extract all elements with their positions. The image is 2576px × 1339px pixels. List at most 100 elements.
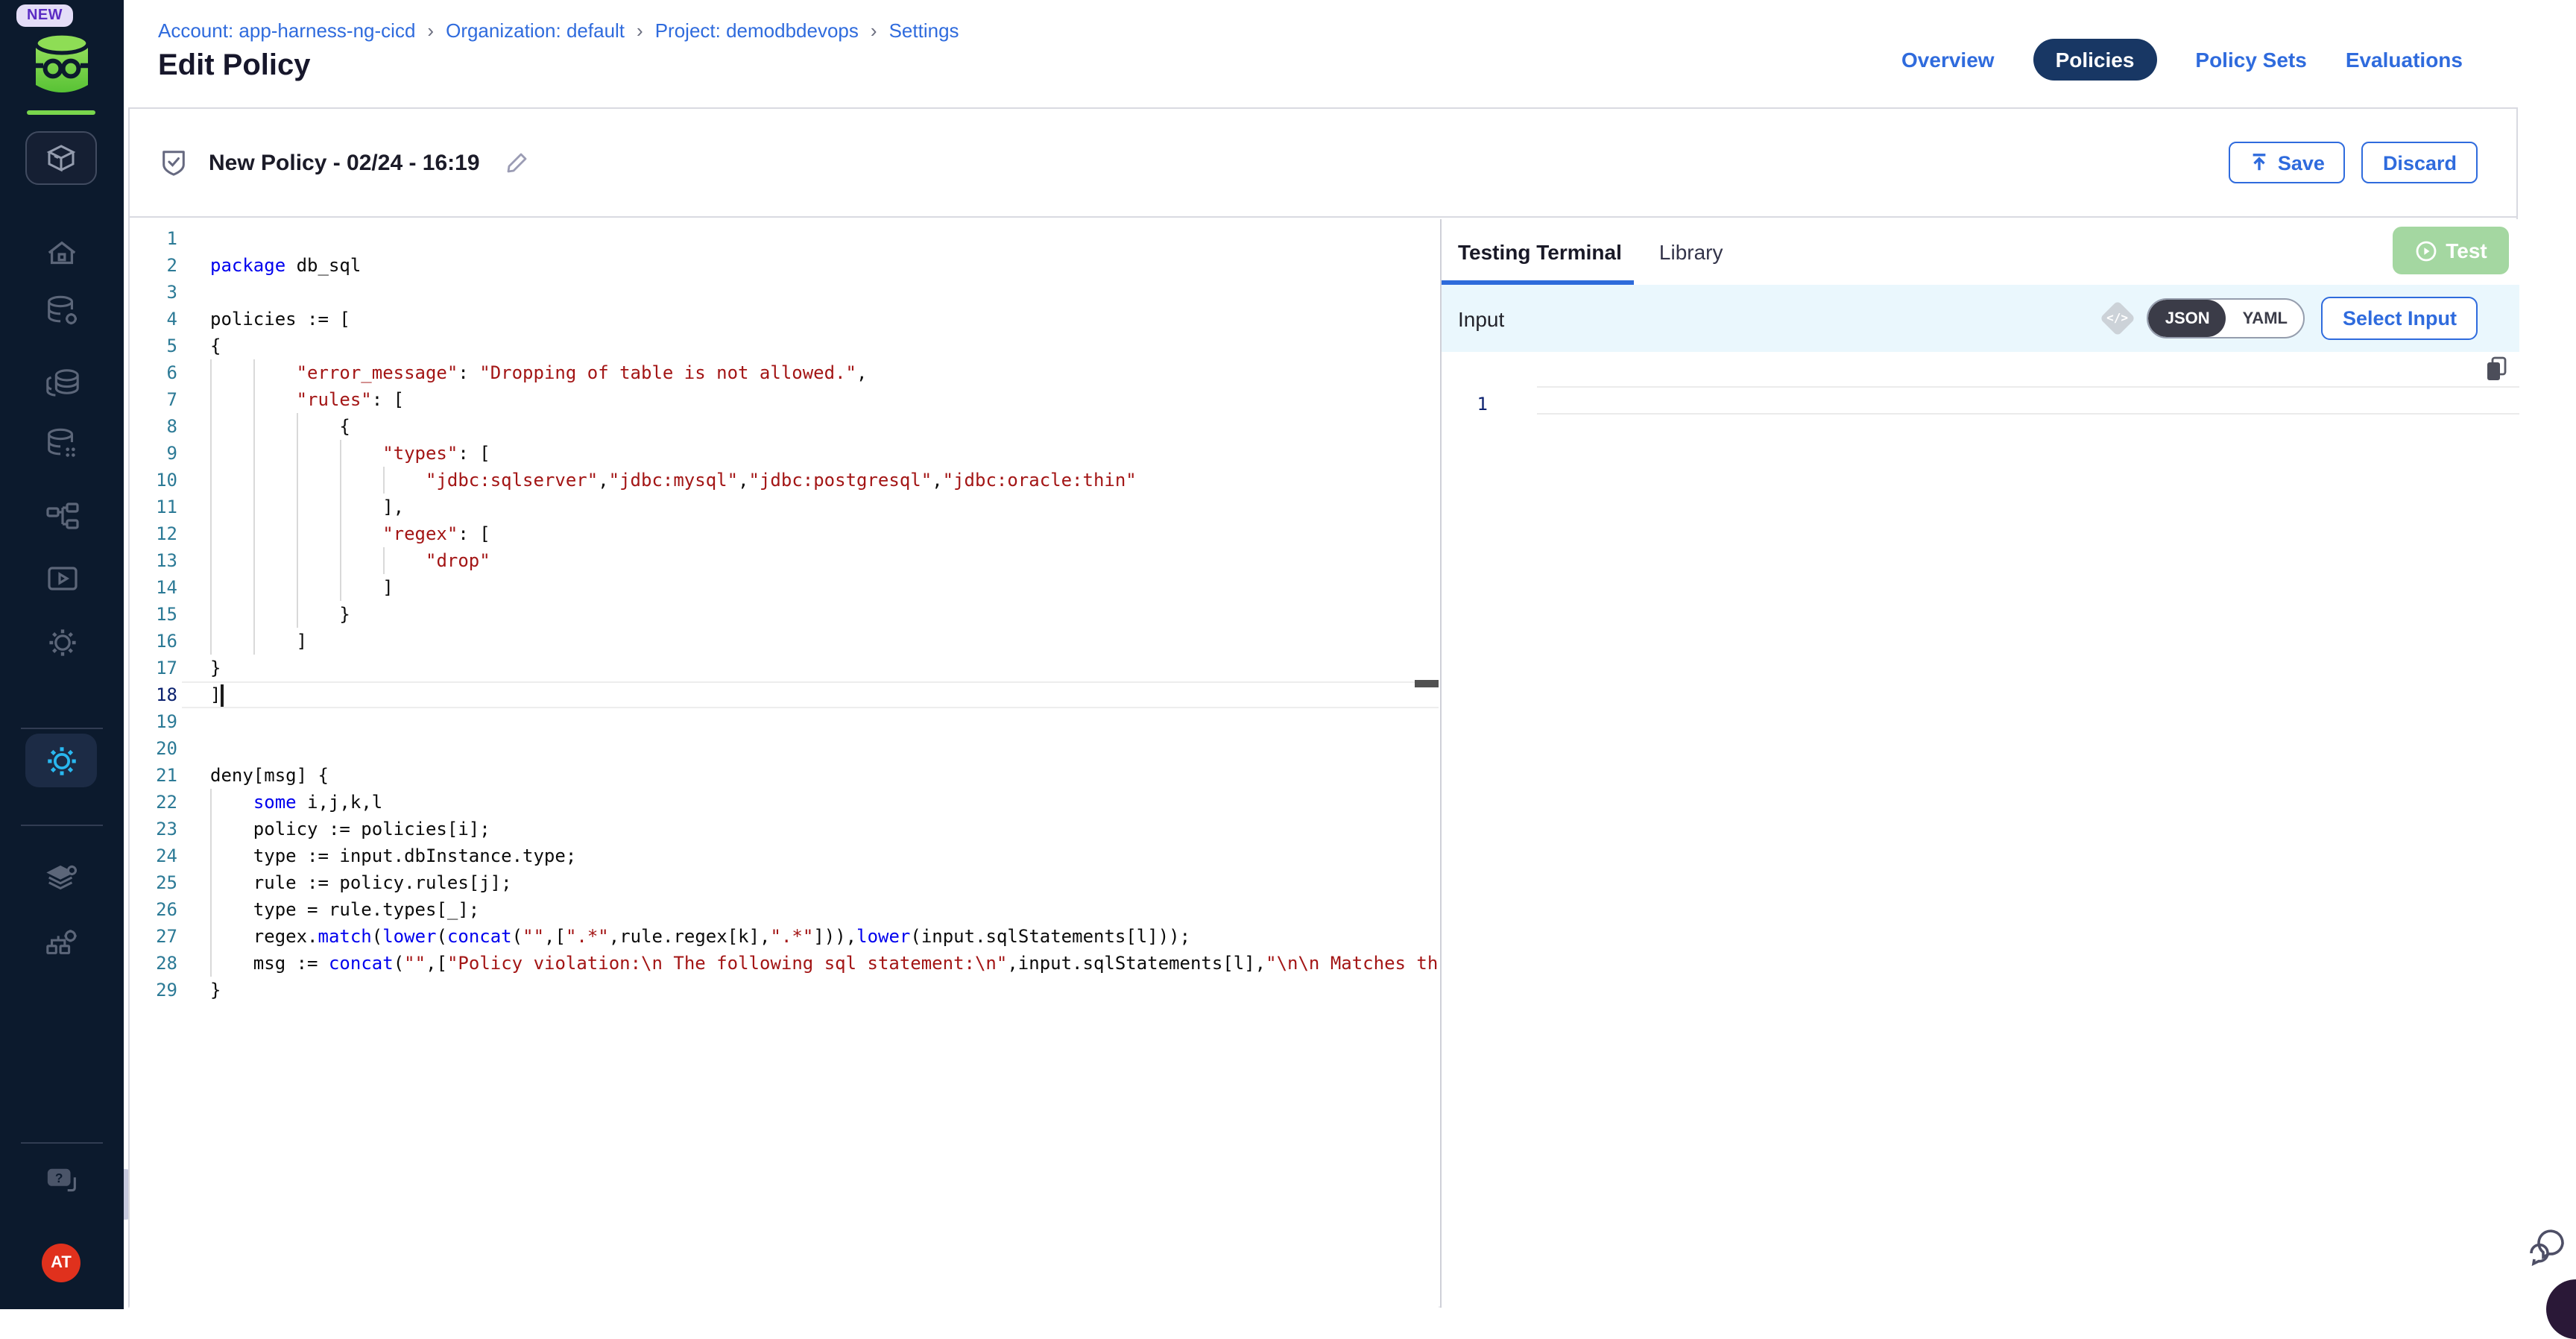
breadcrumb-project[interactable]: Project: demodbdevops	[655, 19, 859, 42]
sidebar-item-help[interactable]: ?	[0, 1165, 124, 1200]
executions-icon	[44, 564, 80, 596]
toggle-json[interactable]: JSON	[2149, 300, 2226, 337]
sidebar-item-executions[interactable]	[0, 564, 124, 596]
sidebar-divider	[21, 728, 103, 729]
harness-db-logo[interactable]	[28, 30, 95, 98]
code-line[interactable]: 13 "drop"	[130, 547, 1439, 574]
page-title: Edit Policy	[158, 49, 311, 84]
sidebar-logo-divider	[27, 110, 95, 115]
code-line[interactable]: 17}	[130, 655, 1439, 681]
testing-panel-tabs: Testing Terminal Library Test	[1442, 219, 2519, 285]
policy-name: New Policy - 02/24 - 16:19	[209, 150, 480, 175]
code-line[interactable]: 18]	[130, 681, 1439, 708]
tab-overview[interactable]: Overview	[1901, 48, 1995, 72]
databases-icon	[42, 364, 81, 401]
code-lines[interactable]: 12package db_sql34policies := [5{6 "erro…	[130, 219, 1439, 1004]
code-line[interactable]: 29}	[130, 977, 1439, 1004]
test-label: Test	[2446, 239, 2487, 262]
sidebar-item-settings-active[interactable]	[25, 734, 97, 787]
policy-code-editor[interactable]: 12package db_sql34policies := [5{6 "erro…	[130, 219, 1439, 1308]
breadcrumb-separator: ›	[427, 19, 434, 42]
code-line[interactable]: 8 {	[130, 413, 1439, 440]
tab-policy-sets[interactable]: Policy Sets	[2195, 48, 2306, 72]
hierarchy-icon	[44, 501, 80, 534]
code-line[interactable]: 16 ]	[130, 628, 1439, 655]
org-settings-icon	[43, 924, 80, 960]
tab-policies[interactable]: Policies	[2033, 39, 2157, 81]
policy-editor-card: New Policy - 02/24 - 16:19 Save Discard	[128, 107, 2518, 1308]
sidebar-item-databases[interactable]	[0, 364, 124, 401]
code-line[interactable]: 21deny[msg] {	[130, 762, 1439, 789]
save-button[interactable]: Save	[2229, 142, 2346, 183]
avatar[interactable]: AT	[42, 1244, 80, 1282]
new-badge: NEW	[16, 4, 73, 27]
code-line[interactable]: 19	[130, 708, 1439, 735]
code-line[interactable]: 6 "error_message": "Dropping of table is…	[130, 359, 1439, 386]
input-bar: Input </> JSON YAML Select Input	[1442, 285, 2519, 352]
app-root: NEW	[0, 0, 2576, 1309]
code-line[interactable]: 2package db_sql	[130, 252, 1439, 279]
code-line[interactable]: 24 type := input.dbInstance.type;	[130, 842, 1439, 869]
sidebar-item-home[interactable]	[0, 237, 124, 271]
edit-pencil-icon[interactable]	[505, 151, 529, 174]
code-line[interactable]: 7 "rules": [	[130, 386, 1439, 413]
input-label: Input	[1458, 306, 1504, 330]
sidebar-item-org-settings[interactable]	[0, 924, 124, 960]
code-line[interactable]: 20	[130, 735, 1439, 762]
tab-testing-terminal[interactable]: Testing Terminal	[1458, 240, 1622, 264]
code-line[interactable]: 23 policy := policies[i];	[130, 816, 1439, 842]
layers-settings-icon	[43, 860, 80, 896]
svg-text:?: ?	[54, 1171, 63, 1185]
help-icon: ?	[42, 1165, 81, 1200]
toggle-yaml[interactable]: YAML	[2226, 300, 2304, 337]
test-button[interactable]: Test	[2393, 227, 2509, 274]
select-input-button[interactable]: Select Input	[2322, 297, 2478, 340]
code-line[interactable]: 22 some i,j,k,l	[130, 789, 1439, 816]
code-line[interactable]: 5{	[130, 333, 1439, 359]
code-line[interactable]: 3	[130, 279, 1439, 306]
testing-panel: Testing Terminal Library Test Input </> …	[1440, 219, 2519, 1308]
code-line[interactable]: 15 }	[130, 601, 1439, 628]
policy-toolbar: New Policy - 02/24 - 16:19 Save Discard	[130, 109, 2516, 218]
sidebar-item-default-settings[interactable]	[0, 860, 124, 896]
header-tabs: Overview Policies Policy Sets Evaluation…	[1901, 39, 2463, 81]
code-line[interactable]: 26 type = rule.types[_];	[130, 896, 1439, 923]
database-schema-icon	[43, 425, 80, 462]
breadcrumb-settings[interactable]: Settings	[889, 19, 959, 42]
code-line[interactable]: 9 "types": [	[130, 440, 1439, 467]
breadcrumb-account[interactable]: Account: app-harness-ng-cicd	[158, 19, 415, 42]
copy-icon[interactable]	[2485, 356, 2507, 382]
input-current-line[interactable]	[1537, 386, 2519, 415]
sidebar-item-db-schema[interactable]	[0, 425, 124, 462]
breadcrumb-separator: ›	[871, 19, 877, 42]
code-format-icon[interactable]: </>	[2100, 300, 2136, 336]
code-line[interactable]: 27 regex.match(lower(concat("",[".*",rul…	[130, 923, 1439, 950]
code-line[interactable]: 14 ]	[130, 574, 1439, 601]
breadcrumb: Account: app-harness-ng-cicd › Organizat…	[158, 19, 959, 42]
tab-evaluations[interactable]: Evaluations	[2346, 48, 2463, 72]
play-circle-icon	[2414, 239, 2437, 262]
sidebar-item-db-instances[interactable]	[0, 292, 124, 330]
tab-library[interactable]: Library	[1659, 240, 1723, 264]
sidebar-item-hierarchy[interactable]	[0, 501, 124, 534]
module-switcher[interactable]	[25, 131, 97, 185]
breadcrumb-organization[interactable]: Organization: default	[446, 19, 625, 42]
code-line[interactable]: 4policies := [	[130, 306, 1439, 333]
format-toggle: JSON YAML	[2147, 298, 2305, 338]
home-icon	[45, 237, 79, 271]
discard-button[interactable]: Discard	[2362, 142, 2478, 183]
save-label: Save	[2278, 151, 2325, 174]
code-line[interactable]: 25 rule := policy.rules[j];	[130, 869, 1439, 896]
gear-icon	[44, 625, 80, 661]
db-devops-logo-icon	[28, 30, 95, 98]
chat-bubbles-icon[interactable]	[2527, 1229, 2569, 1269]
code-line[interactable]: 1	[130, 225, 1439, 252]
chat-widget-blob[interactable]	[2546, 1279, 2576, 1339]
code-line[interactable]: 11 ],	[130, 494, 1439, 520]
code-line[interactable]: 28 msg := concat("",["Policy violation:\…	[130, 950, 1439, 977]
input-line-number: 1	[1442, 391, 1488, 418]
sidebar-item-settings-dim[interactable]	[0, 625, 124, 661]
code-line[interactable]: 12 "regex": [	[130, 520, 1439, 547]
sidebar-divider	[21, 1142, 103, 1144]
code-line[interactable]: 10 "jdbc:sqlserver","jdbc:mysql","jdbc:p…	[130, 467, 1439, 494]
